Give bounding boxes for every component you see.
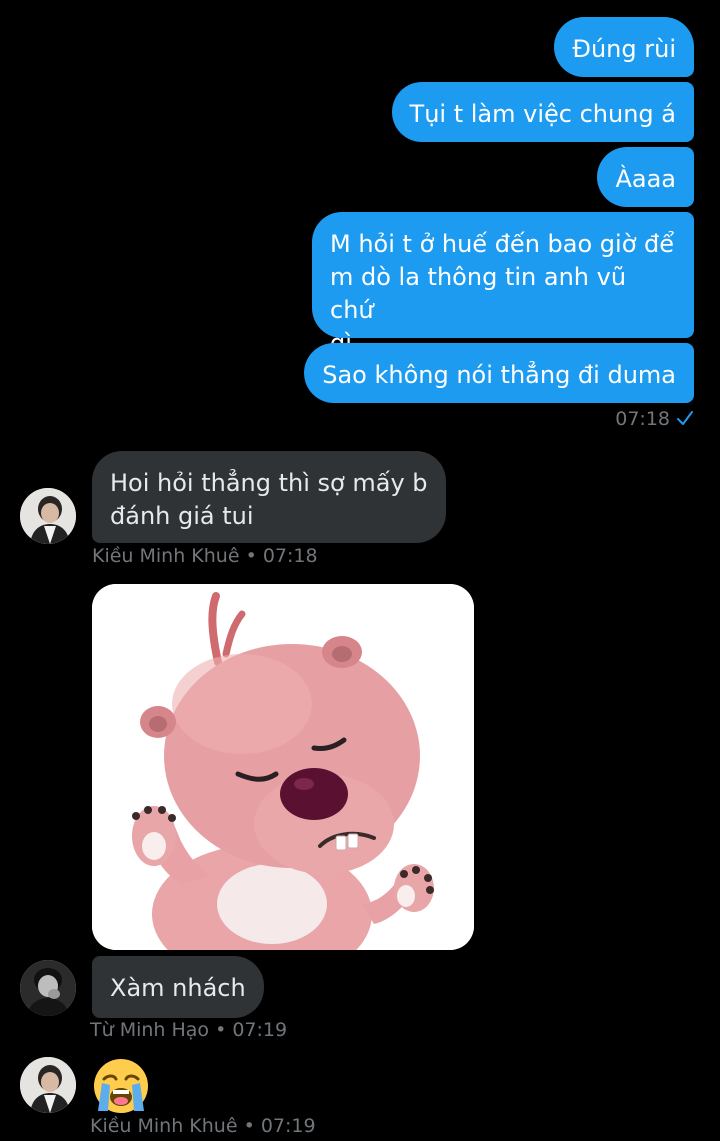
user-avatar-icon xyxy=(20,960,76,1016)
read-check-icon xyxy=(676,409,694,431)
chat-thread: Đúng rùi Tụi t làm việc chung á Àaaa M h… xyxy=(0,0,720,1141)
outgoing-message[interactable]: Đúng rùi xyxy=(554,17,694,77)
beaver-sticker-icon xyxy=(92,584,474,950)
incoming-message[interactable]: Hoi hỏi thẳng thì sợ mấy b đánh giá tui xyxy=(92,451,446,543)
outgoing-timestamp: 07:18 xyxy=(615,408,694,431)
timestamp-text: 07:18 xyxy=(615,408,670,430)
incoming-message[interactable]: Xàm nhách xyxy=(92,956,264,1018)
sticker-image[interactable] xyxy=(92,584,474,950)
outgoing-message[interactable]: Tụi t làm việc chung á xyxy=(391,82,694,142)
user-avatar-icon xyxy=(20,488,76,544)
avatar[interactable] xyxy=(20,960,76,1016)
message-meta: Kiều Minh Khuê • 07:19 xyxy=(90,1115,316,1137)
outgoing-message[interactable]: M hỏi t ở huế đến bao giờ để m dò la thô… xyxy=(312,212,694,357)
user-avatar-icon xyxy=(20,1057,76,1113)
outgoing-message[interactable]: Sao không nói thẳng đi duma xyxy=(304,343,694,403)
message-meta: Kiều Minh Khuê • 07:18 xyxy=(92,545,318,567)
avatar[interactable] xyxy=(20,1057,76,1113)
avatar[interactable] xyxy=(20,488,76,544)
outgoing-message[interactable]: Àaaa xyxy=(597,147,694,207)
loudly-crying-face-icon[interactable] xyxy=(92,1057,150,1115)
message-meta: Từ Minh Hạo • 07:19 xyxy=(90,1019,288,1041)
